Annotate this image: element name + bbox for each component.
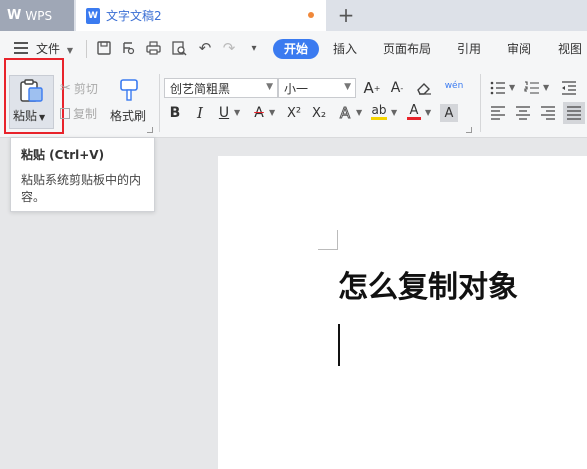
paste-highlight-box <box>4 58 64 134</box>
copy-icon <box>60 108 70 119</box>
align-left-icon[interactable] <box>489 104 507 122</box>
format-painter-icon <box>118 78 140 105</box>
highlight-icon: ab <box>371 103 387 117</box>
underline-button[interactable]: U <box>215 104 233 122</box>
tab-page-layout[interactable]: 页面布局 <box>383 31 431 67</box>
font-group-expander-icon[interactable] <box>466 127 472 133</box>
align-center-icon[interactable] <box>514 104 532 122</box>
numbered-list-icon[interactable] <box>523 79 541 97</box>
strikethrough-button[interactable]: A <box>250 104 268 122</box>
output-icon[interactable] <box>119 39 137 57</box>
wps-logo-icon: W <box>7 8 22 23</box>
ribbon-divider <box>159 74 160 132</box>
clear-format-eraser-icon[interactable] <box>415 79 433 97</box>
chevron-down-icon: ▼ <box>266 82 273 92</box>
tooltip-title: 粘贴 (Ctrl+V) <box>21 148 105 162</box>
font-color-icon: A <box>409 103 419 118</box>
file-menu-label: 文件 <box>36 42 61 56</box>
clipboard-group-expander-icon[interactable] <box>147 127 153 133</box>
align-right-icon[interactable] <box>539 104 557 122</box>
bold-button[interactable]: B <box>166 104 184 122</box>
font-color-button[interactable]: A <box>405 103 423 121</box>
superscript-button[interactable]: X² <box>284 104 304 122</box>
wps-tab-label: WPS <box>25 8 53 23</box>
tab-review[interactable]: 审阅 <box>507 31 531 67</box>
undo-icon[interactable]: ↶ <box>196 39 214 57</box>
subscript-button[interactable]: X₂ <box>309 104 329 122</box>
customize-toolbar-icon[interactable]: ▾ <box>245 39 263 57</box>
chevron-down-icon[interactable]: ▼ <box>234 108 240 117</box>
copy-label: 复制 <box>73 107 98 121</box>
tab-insert[interactable]: 插入 <box>333 31 357 67</box>
font-color-bar <box>407 117 421 120</box>
cut-button[interactable]: ✂ 剪切 <box>60 80 98 97</box>
justify-icon[interactable] <box>563 102 585 124</box>
copy-button[interactable]: 复制 <box>60 105 97 122</box>
tooltip-description: 粘贴系统剪贴板中的内容。 <box>21 173 142 204</box>
pinyin-guide-icon[interactable]: wén <box>442 77 466 95</box>
scissors-icon: ✂ <box>60 81 71 96</box>
chevron-down-icon[interactable]: ▼ <box>425 108 431 117</box>
text-cursor <box>338 324 340 366</box>
tab-view[interactable]: 视图 <box>558 31 582 67</box>
chevron-down-icon[interactable]: ▼ <box>356 108 362 117</box>
writer-doc-icon: W <box>86 7 100 24</box>
tab-home[interactable]: 开始 <box>273 39 319 59</box>
highlight-color-button[interactable]: ab <box>370 103 388 121</box>
chevron-down-icon[interactable]: ▼ <box>269 108 275 117</box>
highlight-color-bar <box>371 117 387 120</box>
hamburger-menu-icon[interactable] <box>14 42 28 54</box>
ribbon-divider <box>480 74 481 132</box>
document-heading[interactable]: 怎么复制对象 <box>338 262 518 306</box>
paste-tooltip: 粘贴 (Ctrl+V) 粘贴系统剪贴板中的内容。 <box>10 137 155 212</box>
cut-label: 剪切 <box>73 82 98 96</box>
text-effect-button[interactable]: A <box>336 104 354 123</box>
redo-icon[interactable]: ↷ <box>220 39 238 57</box>
format-painter-button[interactable]: 格式刷 <box>108 76 152 126</box>
print-preview-icon[interactable] <box>170 39 188 57</box>
chevron-down-icon: ▼ <box>66 46 73 55</box>
chevron-down-icon[interactable]: ▼ <box>543 83 549 92</box>
font-size-value: 小一 <box>284 81 309 96</box>
chevron-down-icon: ▼ <box>344 82 351 92</box>
print-icon[interactable] <box>144 39 162 57</box>
tab-references[interactable]: 引用 <box>457 31 481 67</box>
unsaved-indicator-icon <box>308 12 314 18</box>
menu-divider <box>86 40 87 58</box>
document-page[interactable] <box>218 156 587 469</box>
save-icon[interactable] <box>95 39 113 57</box>
chevron-down-icon[interactable]: ▼ <box>509 83 515 92</box>
margin-corner-mark <box>337 230 338 250</box>
font-name-value: 创艺简粗黑 <box>170 81 231 96</box>
margin-corner-mark <box>318 249 338 250</box>
character-shading-button[interactable]: A <box>440 104 458 122</box>
document-tab-label: 文字文稿2 <box>106 9 162 23</box>
decrease-indent-icon[interactable] <box>560 79 578 97</box>
wps-home-tab[interactable]: W WPS <box>0 0 74 31</box>
bullet-list-icon[interactable] <box>489 79 507 97</box>
increase-font-size-icon[interactable]: A + <box>363 79 381 97</box>
font-name-combo[interactable]: 创艺简粗黑 ▼ <box>164 78 278 98</box>
chevron-down-icon[interactable]: ▼ <box>391 108 397 117</box>
new-tab-button[interactable]: + <box>336 4 356 26</box>
document-tab[interactable]: W 文字文稿2 <box>76 0 326 31</box>
font-size-combo[interactable]: 小一 ▼ <box>278 78 356 98</box>
italic-button[interactable]: I <box>191 104 209 122</box>
format-painter-label: 格式刷 <box>110 109 147 123</box>
decrease-font-size-icon[interactable]: A- <box>388 79 406 97</box>
